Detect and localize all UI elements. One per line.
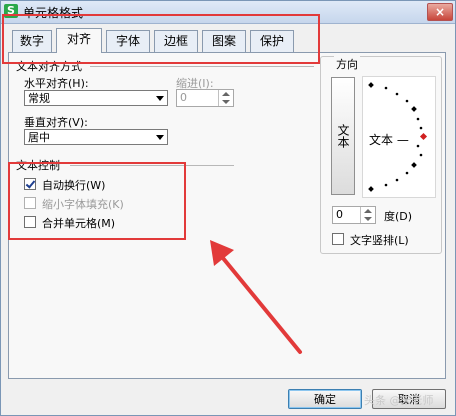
spin-up-icon <box>222 92 230 96</box>
text-control-highlight-box <box>8 162 186 240</box>
spinner-buttons[interactable] <box>218 90 233 106</box>
orientation-dial[interactable]: 文本 — <box>362 76 436 198</box>
spin-down-icon <box>364 217 372 221</box>
vertical-layout-label: 文字竖排(L) <box>350 234 409 247</box>
horizontal-align-select[interactable]: 常规 <box>24 90 168 106</box>
vertical-align-label: 垂直对齐(V): <box>24 116 88 129</box>
indent-value: 0 <box>180 91 187 104</box>
chevron-down-icon <box>156 96 164 101</box>
group-divider <box>90 66 314 67</box>
vertical-align-select[interactable]: 居中 <box>24 129 168 145</box>
ok-button[interactable]: 确定 <box>288 389 362 409</box>
vertical-align-value: 居中 <box>28 131 50 144</box>
watermark: 头条 @宋老师 <box>364 394 434 407</box>
tabs-highlight-box <box>2 14 320 64</box>
spinner-buttons[interactable] <box>360 207 375 223</box>
orientation-group-title: 方向 <box>334 56 360 72</box>
horizontal-align-label: 水平对齐(H): <box>24 77 89 90</box>
degree-value: 0 <box>336 208 343 221</box>
vertical-text-button[interactable]: 文本 <box>331 77 355 195</box>
horizontal-align-value: 常规 <box>28 92 50 105</box>
vertical-layout-checkbox[interactable] <box>332 233 344 245</box>
close-button[interactable]: × <box>427 3 453 21</box>
chevron-down-icon <box>156 135 164 140</box>
degree-label: 度(D) <box>384 210 413 223</box>
spin-down-icon <box>222 100 230 104</box>
indent-spinner[interactable]: 0 <box>176 89 234 107</box>
tab-alignment[interactable]: 对齐 <box>56 28 102 53</box>
spin-up-icon <box>364 209 372 213</box>
degree-spinner[interactable]: 0 <box>332 206 376 224</box>
orientation-text-preview: 文本 — <box>369 133 409 147</box>
